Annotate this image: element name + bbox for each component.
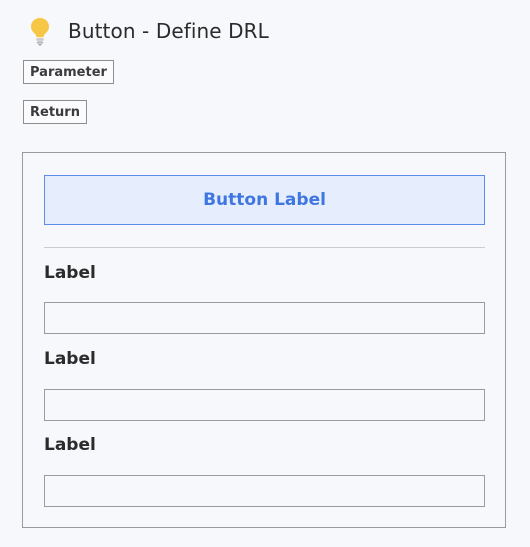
form-panel: Button Label Label Label Label	[22, 152, 506, 528]
page-header: Button - Define DRL	[28, 14, 269, 48]
lightbulb-icon	[28, 16, 52, 46]
return-button[interactable]: Return	[23, 100, 87, 124]
parameter-button[interactable]: Parameter	[23, 60, 114, 84]
text-input[interactable]	[44, 389, 485, 421]
button-label-button[interactable]: Button Label	[44, 175, 485, 225]
divider	[44, 247, 485, 248]
field-label: Label	[44, 435, 96, 455]
page-title: Button - Define DRL	[68, 19, 269, 43]
text-input[interactable]	[44, 302, 485, 334]
field-label: Label	[44, 349, 96, 369]
text-input[interactable]	[44, 475, 485, 507]
field-label: Label	[44, 263, 96, 283]
